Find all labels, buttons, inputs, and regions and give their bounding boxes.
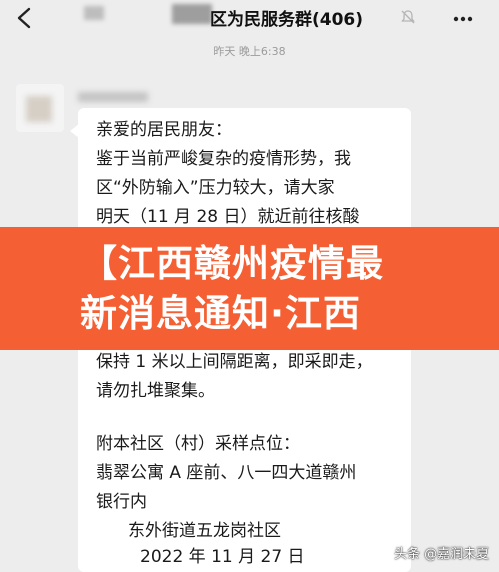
message-timestamp: 昨天 晚上6:38 — [213, 45, 286, 58]
avatar-image — [26, 96, 52, 122]
message-line: 翡翠公寓 A 座前、八一四大道赣州 — [96, 463, 357, 483]
banner-headline-line2: 新消息通知·江西 — [80, 292, 362, 335]
message-line: 附本社区（村）采样点位： — [96, 434, 300, 454]
blurred-name-part — [84, 6, 104, 20]
message-line: 鉴于当前严峻复杂的疫情形势，我 — [96, 149, 351, 169]
headline-banner: 【江西赣州疫情最 新消息通知·江西 — [0, 227, 499, 350]
message-line: 请勿扎堆聚集。 — [96, 381, 215, 401]
top-bar: 区为民服务群(406) — [0, 0, 499, 40]
message-line: 东外街道五龙岗社区 — [128, 521, 281, 541]
blurred-sender-name — [78, 92, 148, 102]
banner-headline-line1: 【江西赣州疫情最 — [80, 242, 384, 285]
message-line: 区“外防输入”压力较大，请大家 — [96, 178, 335, 198]
watermark-text: 头条 @嘉润未夏 — [394, 547, 490, 562]
message-line: 银行内 — [96, 492, 147, 512]
sender-avatar[interactable] — [16, 84, 64, 132]
message-line: 2022 年 11 月 27 日 — [140, 547, 305, 567]
back-arrow-icon[interactable] — [14, 6, 34, 30]
bell-muted-icon — [401, 10, 415, 24]
message-line: 保持 1 米以上间隔距离，即采即走， — [96, 352, 373, 372]
message-line: 明天（11 月 28 日）就近前往核酸 — [96, 207, 360, 227]
more-dots-icon[interactable] — [452, 8, 474, 30]
group-title: 区为民服务群(406) — [210, 10, 364, 30]
blurred-name-part — [172, 4, 212, 24]
message-line: 亲爱的居民朋友： — [96, 120, 232, 140]
